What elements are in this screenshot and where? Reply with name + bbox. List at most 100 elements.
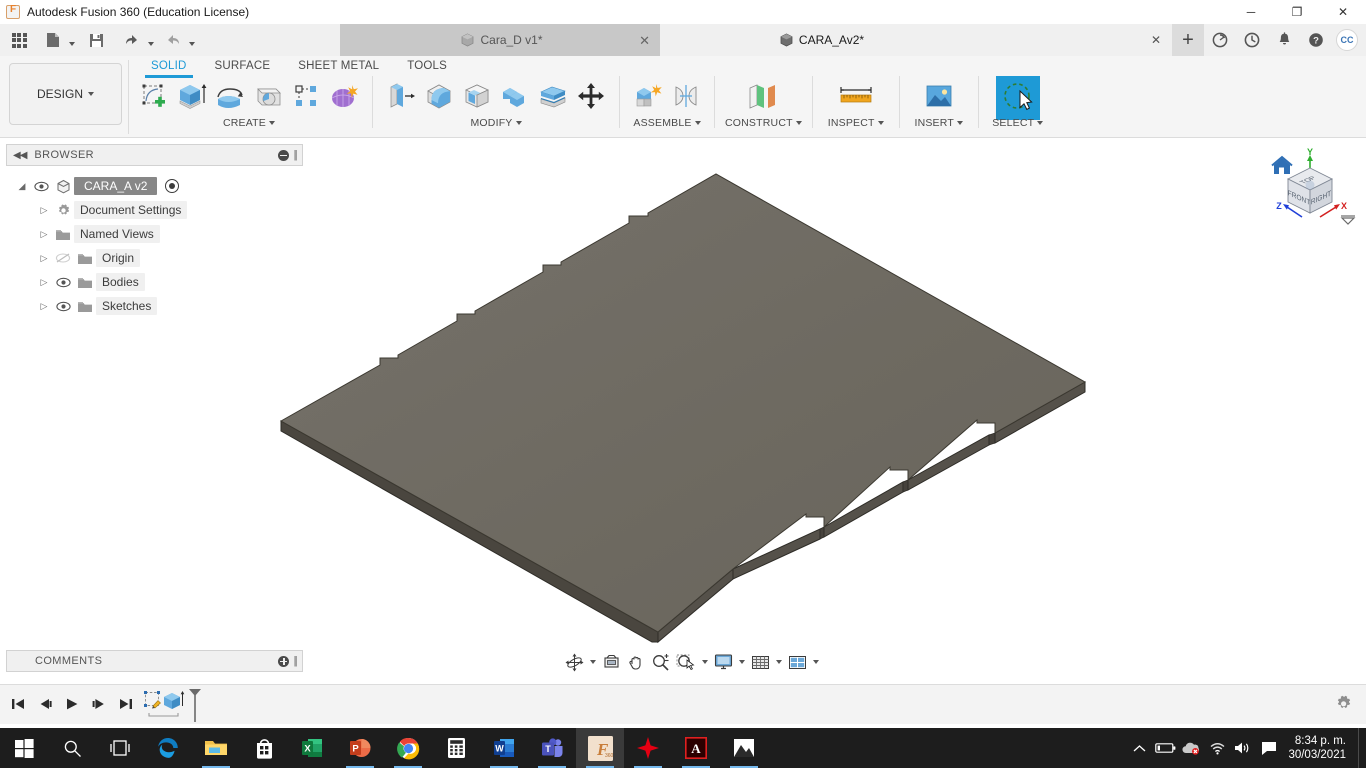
close-button[interactable]: ✕: [1320, 0, 1366, 24]
undo-icon[interactable]: [119, 27, 145, 53]
eye-icon[interactable]: [30, 181, 52, 192]
new-document-caret-icon[interactable]: [66, 27, 77, 53]
tree-item-sketches[interactable]: ▷ Sketches: [6, 294, 303, 318]
workspace-selector[interactable]: DESIGN: [9, 63, 122, 125]
new-tab-button[interactable]: +: [1172, 24, 1204, 56]
view-cube[interactable]: Y Z X TOP FRONT RIGHT: [1262, 143, 1358, 239]
battery-icon[interactable]: [1152, 728, 1178, 768]
insert-image-icon[interactable]: [917, 76, 961, 116]
step-back-icon[interactable]: [35, 693, 55, 715]
zoom-window-icon[interactable]: [674, 651, 698, 673]
redo-caret-icon[interactable]: [186, 27, 197, 53]
add-comment-icon[interactable]: [278, 655, 290, 667]
select-tool-icon[interactable]: [995, 76, 1040, 120]
joint-icon[interactable]: [668, 76, 704, 116]
measure-icon[interactable]: [833, 76, 879, 116]
pan-icon[interactable]: [625, 651, 647, 673]
viewports-caret-icon[interactable]: [811, 651, 821, 673]
panel-gripper[interactable]: |||: [293, 149, 297, 161]
tab-sheet-metal[interactable]: SHEET METAL: [284, 58, 393, 76]
form-icon[interactable]: [326, 76, 362, 116]
file-explorer-icon[interactable]: [192, 728, 240, 768]
expand-triangle-icon[interactable]: ▷: [36, 229, 52, 240]
document-tab-cara-d[interactable]: Cara_D v1* ✕: [340, 24, 660, 56]
expand-triangle-icon[interactable]: ▷: [36, 301, 52, 312]
app-grid-icon[interactable]: [6, 27, 32, 53]
adobe-acrobat-icon[interactable]: A: [672, 728, 720, 768]
press-pull-icon[interactable]: [383, 76, 419, 116]
help-icon[interactable]: ?: [1300, 24, 1332, 56]
job-status-icon[interactable]: [1236, 24, 1268, 56]
look-at-icon[interactable]: [600, 651, 623, 673]
minimize-button[interactable]: ─: [1228, 0, 1274, 24]
panel-construct-label[interactable]: CONSTRUCT: [725, 117, 802, 129]
panel-gripper[interactable]: |||: [293, 655, 297, 667]
google-chrome-icon[interactable]: [384, 728, 432, 768]
wifi-icon[interactable]: [1204, 728, 1230, 768]
split-face-icon[interactable]: [535, 76, 571, 116]
microsoft-edge-icon[interactable]: [144, 728, 192, 768]
powerpoint-icon[interactable]: P: [336, 728, 384, 768]
eye-off-icon[interactable]: [52, 252, 74, 264]
display-settings-icon[interactable]: [712, 651, 735, 673]
red-star-app-icon[interactable]: [624, 728, 672, 768]
expand-triangle-icon[interactable]: ◢: [14, 181, 30, 192]
panel-insert-label[interactable]: INSERT: [914, 117, 963, 129]
fusion-360-icon[interactable]: F 360: [576, 728, 624, 768]
grid-snaps-icon[interactable]: [749, 651, 772, 673]
timeline-settings-gear-icon[interactable]: [1335, 695, 1354, 717]
microsoft-teams-icon[interactable]: T: [528, 728, 576, 768]
tree-item-cara-a-v2[interactable]: ◢ CARA_A v2: [6, 174, 303, 198]
step-forward-icon[interactable]: [89, 693, 109, 715]
maximize-button[interactable]: ❐: [1274, 0, 1320, 24]
volume-icon[interactable]: [1230, 728, 1256, 768]
extrude-icon[interactable]: [174, 76, 210, 116]
document-tab-cara-av2[interactable]: CARA_Av2*: [660, 24, 980, 56]
play-icon[interactable]: [62, 693, 82, 715]
show-hidden-icons-chevron[interactable]: [1126, 728, 1152, 768]
tab-surface[interactable]: SURFACE: [201, 58, 285, 76]
comments-panel-header[interactable]: COMMENTS |||: [6, 650, 303, 672]
minimize-icon[interactable]: [278, 149, 290, 161]
document-tab-close-icon[interactable]: ✕: [639, 34, 650, 47]
microsoft-store-icon[interactable]: [240, 728, 288, 768]
tree-item-document-settings[interactable]: ▷ Document Settings: [6, 198, 303, 222]
offset-plane-icon[interactable]: [740, 76, 786, 116]
show-desktop-button[interactable]: [1358, 728, 1366, 768]
display-settings-caret-icon[interactable]: [737, 651, 747, 673]
combine-icon[interactable]: [497, 76, 533, 116]
avatar[interactable]: CC: [1336, 29, 1358, 51]
onedrive-error-icon[interactable]: [1178, 728, 1204, 768]
sweep-icon[interactable]: [250, 76, 286, 116]
excel-icon[interactable]: X: [288, 728, 336, 768]
document-tab-close-icon[interactable]: ✕: [1140, 24, 1172, 56]
extensions-icon[interactable]: [1204, 24, 1236, 56]
search-icon[interactable]: [48, 728, 96, 768]
panel-create-label[interactable]: CREATE: [223, 117, 275, 129]
panel-select-label[interactable]: SELECT: [992, 117, 1044, 129]
fillet-icon[interactable]: [421, 76, 457, 116]
create-sketch-icon[interactable]: [136, 76, 172, 116]
revolve-icon[interactable]: [212, 76, 248, 116]
tree-item-bodies[interactable]: ▷ Bodies: [6, 270, 303, 294]
go-to-beginning-icon[interactable]: [8, 693, 28, 715]
move-copy-icon[interactable]: [573, 76, 609, 116]
action-center-icon[interactable]: [1256, 728, 1282, 768]
undo-caret-icon[interactable]: [145, 27, 156, 53]
clock[interactable]: 8:34 p. m. 30/03/2021: [1282, 734, 1358, 762]
tab-tools[interactable]: TOOLS: [393, 58, 461, 76]
photos-icon[interactable]: [720, 728, 768, 768]
collapse-left-icon[interactable]: ◀◀: [13, 150, 27, 161]
activate-component-radio[interactable]: [165, 179, 180, 193]
grid-snaps-caret-icon[interactable]: [774, 651, 784, 673]
tab-solid[interactable]: SOLID: [137, 58, 201, 78]
viewports-icon[interactable]: [786, 651, 809, 673]
orbit-icon[interactable]: [563, 651, 586, 673]
redo-icon[interactable]: [160, 27, 186, 53]
new-document-icon[interactable]: [40, 27, 66, 53]
expand-triangle-icon[interactable]: ▷: [36, 205, 52, 216]
zoom-icon[interactable]: [649, 651, 672, 673]
expand-triangle-icon[interactable]: ▷: [36, 253, 52, 264]
tree-item-origin[interactable]: ▷ Origin: [6, 246, 303, 270]
plate-top-face[interactable]: [279, 173, 1087, 633]
